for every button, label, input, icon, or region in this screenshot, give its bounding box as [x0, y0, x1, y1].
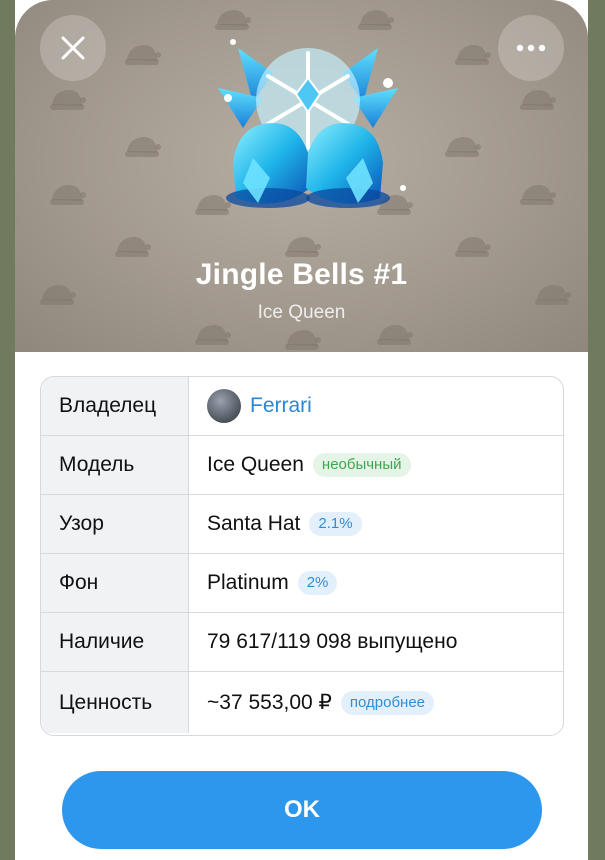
owner-row: Владелец Ferrari	[41, 377, 563, 436]
value-text: Platinum	[207, 571, 289, 594]
row-label: Модель	[41, 436, 189, 494]
gift-hero: Jingle Bells #1 Ice Queen	[15, 0, 588, 352]
avatar	[207, 389, 241, 423]
model-row: Модель Ice Queen необычный	[41, 436, 563, 495]
more-horizontal-icon	[516, 44, 546, 52]
row-label: Наличие	[41, 613, 189, 671]
background-rarity-badge: 2%	[297, 571, 338, 595]
value-text: 79 617/119 098 выпущено	[207, 630, 458, 653]
owner-value[interactable]: Ferrari	[189, 377, 563, 435]
value-text: Ice Queen	[207, 453, 304, 476]
pattern-row: Узор Santa Hat 2.1%	[41, 495, 563, 554]
value-text: Santa Hat	[207, 512, 301, 535]
price-value: ~37 553,00 ₽ подробнее	[189, 672, 563, 733]
model-value: Ice Queen необычный	[189, 436, 563, 494]
jingle-bells-ice-icon	[218, 39, 406, 208]
more-info-button[interactable]: подробнее	[340, 690, 435, 715]
row-label: Узор	[41, 495, 189, 553]
pattern-rarity-badge: 2.1%	[309, 512, 362, 536]
row-label: Владелец	[41, 377, 189, 435]
value-text: ~37 553,00 ₽	[207, 691, 332, 714]
row-label: Фон	[41, 554, 189, 612]
background-row: Фон Platinum 2%	[41, 554, 563, 613]
value-row: Ценность ~37 553,00 ₽ подробнее	[41, 672, 563, 733]
availability-row: Наличие 79 617/119 098 выпущено	[41, 613, 563, 672]
close-button[interactable]	[40, 15, 106, 81]
more-button[interactable]	[498, 15, 564, 81]
gift-subtitle: Ice Queen	[257, 302, 346, 323]
availability-value: 79 617/119 098 выпущено	[189, 613, 563, 671]
gift-details-table: Владелец Ferrari Модель Ice Queen необыч…	[40, 376, 564, 736]
owner-link[interactable]: Ferrari	[250, 394, 312, 418]
background-value: Platinum 2%	[189, 554, 563, 612]
pattern-value: Santa Hat 2.1%	[189, 495, 563, 553]
ok-button[interactable]: OK	[62, 771, 542, 849]
gift-details-sheet: Jingle Bells #1 Ice Queen Владелец Ferra…	[15, 0, 588, 860]
rarity-badge: необычный	[312, 453, 411, 477]
gift-title: Jingle Bells #1	[195, 258, 408, 291]
row-label: Ценность	[41, 672, 189, 733]
close-icon	[61, 36, 85, 60]
